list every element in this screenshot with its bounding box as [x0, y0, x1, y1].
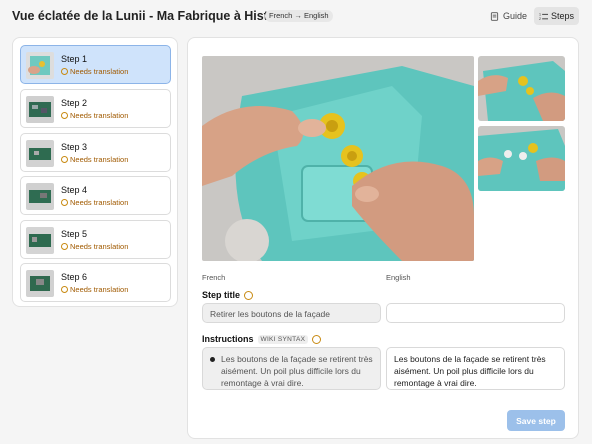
status-circle-icon [244, 290, 254, 300]
step-status: Needs translation [61, 285, 128, 294]
step-thumbnail [26, 140, 54, 167]
step-name: Step 1 [61, 54, 88, 64]
step-status: Needs translation [61, 155, 128, 164]
svg-text:1: 1 [539, 12, 541, 16]
steps-button[interactable]: 12 Steps [534, 7, 579, 25]
guide-button-label: Guide [503, 11, 528, 21]
status-circle-icon [61, 286, 68, 293]
step-thumbnail [26, 183, 54, 210]
step-editor: French English Step title Retirer les bo… [187, 37, 579, 439]
step-thumbnail [26, 52, 54, 79]
step-item-3[interactable]: Step 3 Needs translation [20, 133, 171, 172]
status-circle-icon [61, 112, 68, 119]
step-name: Step 2 [61, 98, 88, 108]
header: Vue éclatée de la Lunii - Ma Fabrique à … [0, 0, 592, 32]
step-item-1[interactable]: Step 1 Needs translation [20, 45, 171, 84]
instructions-label: Instructions WIKI SYNTAX [202, 334, 322, 344]
step-status: Needs translation [61, 111, 128, 120]
status-circle-icon [61, 199, 68, 206]
steps-button-label: Steps [550, 11, 574, 21]
step-name: Step 6 [61, 272, 88, 282]
step-title-input[interactable] [386, 303, 565, 323]
step-item-4[interactable]: Step 4 Needs translation [20, 176, 171, 215]
step-photo-thumbnail-1[interactable] [478, 56, 565, 121]
status-circle-icon [61, 68, 68, 75]
step-item-5[interactable]: Step 5 Needs translation [20, 220, 171, 259]
step-status: Needs translation [61, 198, 128, 207]
target-language-label: English [386, 273, 411, 282]
status-circle-icon [61, 156, 68, 163]
steps-sidebar: Step 1 Needs translation Step 2 Needs tr… [12, 37, 178, 307]
step-status: Needs translation [61, 67, 128, 76]
document-icon [490, 11, 499, 21]
language-badge: French → English [265, 10, 333, 22]
svg-text:2: 2 [539, 17, 541, 21]
step-main-photo[interactable] [202, 56, 474, 261]
step-thumbnail [26, 227, 54, 254]
step-thumbnail [26, 96, 54, 123]
step-status: Needs translation [61, 242, 128, 251]
status-circle-icon [61, 243, 68, 250]
step-name: Step 3 [61, 142, 88, 152]
save-step-button[interactable]: Save step [507, 410, 565, 431]
step-title-source: Retirer les boutons de la façade [202, 303, 381, 323]
bullet-icon [210, 357, 215, 362]
guide-button[interactable]: Guide [484, 7, 533, 25]
numbered-list-icon: 12 [539, 12, 548, 21]
step-name: Step 4 [61, 185, 88, 195]
status-circle-icon [312, 334, 322, 344]
source-language-label: French [202, 273, 226, 282]
step-item-2[interactable]: Step 2 Needs translation [20, 89, 171, 128]
step-photo-thumbnail-2[interactable] [478, 126, 565, 191]
step-item-6[interactable]: Step 6 Needs translation [20, 263, 171, 302]
wiki-syntax-badge: WIKI SYNTAX [257, 334, 309, 344]
instructions-input[interactable]: Les boutons de la façade se retirent trè… [386, 347, 565, 390]
step-name: Step 5 [61, 229, 88, 239]
instructions-source: Les boutons de la façade se retirent trè… [202, 347, 381, 390]
step-title-label: Step title [202, 290, 254, 300]
step-thumbnail [26, 270, 54, 297]
